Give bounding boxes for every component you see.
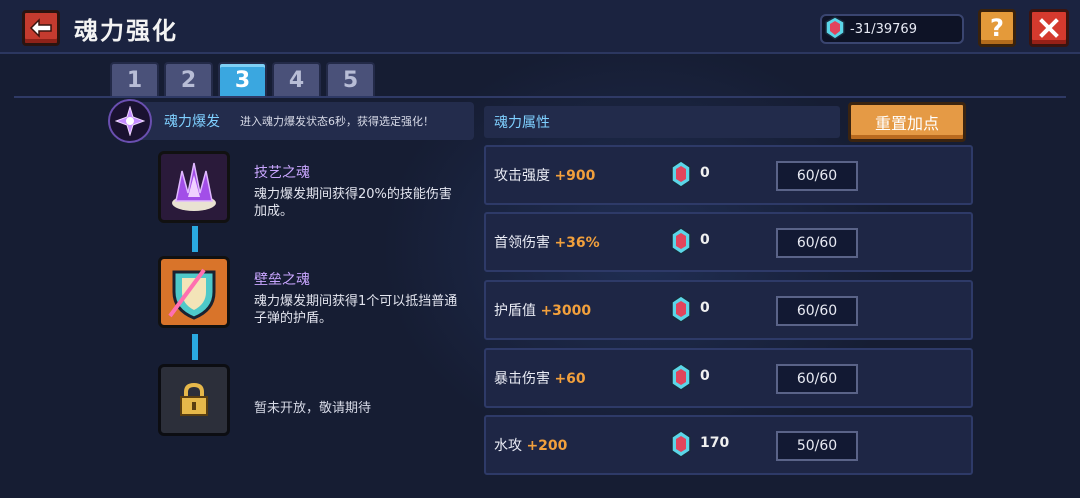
attribute-cost: 0	[700, 368, 710, 384]
back-button[interactable]	[22, 10, 60, 46]
gem-icon	[671, 295, 691, 323]
skill-connector	[192, 226, 198, 252]
attribute-bonus: +3000	[540, 303, 592, 319]
skill-description: 魂力爆发期间获得20%的技能伤害加成。	[254, 187, 452, 219]
gem-icon	[671, 430, 691, 458]
help-button[interactable]: ?	[978, 9, 1016, 47]
burst-star-icon	[115, 106, 145, 136]
attribute-cost: 0	[700, 232, 710, 248]
burst-icon	[108, 99, 152, 143]
attribute-label: 首领伤害 +36%	[494, 235, 600, 251]
reset-points-button[interactable]: 重置加点	[848, 102, 966, 142]
attribute-bonus: +36%	[554, 235, 600, 251]
attribute-cost: 0	[700, 165, 710, 181]
skill-description: 魂力爆发期间获得1个可以抵挡普通子弹的护盾。	[254, 294, 458, 326]
attribute-row: 水攻 +200 170 50/60	[484, 415, 973, 475]
attribute-level[interactable]: 50/60	[776, 431, 858, 461]
attribute-row: 攻击强度 +900 0 60/60	[484, 145, 973, 205]
attributes-title: 魂力属性	[494, 115, 550, 131]
attribute-row: 护盾值 +3000 0 60/60	[484, 280, 973, 340]
tab-bar: 1 2 3 4 5	[110, 62, 375, 96]
gem-icon	[671, 227, 691, 255]
attribute-label: 水攻 +200	[494, 438, 568, 454]
attribute-row: 暴击伤害 +60 0 60/60	[484, 348, 973, 408]
locked-text: 暂未开放，敬请期待	[254, 401, 372, 416]
attribute-level[interactable]: 60/60	[776, 161, 858, 191]
attribute-cost: 170	[700, 435, 730, 451]
attribute-label: 护盾值 +3000	[494, 303, 592, 319]
close-icon	[1039, 18, 1059, 38]
tab-1[interactable]: 1	[110, 62, 159, 96]
attribute-bonus: +60	[554, 371, 586, 387]
shield-sword-icon	[168, 268, 216, 320]
back-arrow-icon	[29, 18, 52, 38]
top-bar: 魂力强化 -31/39769 ?	[0, 0, 1080, 54]
attribute-level[interactable]: 60/60	[776, 296, 858, 326]
close-button[interactable]	[1029, 9, 1069, 47]
skill-icon-locked	[158, 364, 230, 436]
burst-title: 魂力爆发	[164, 114, 220, 130]
skill-name: 技艺之魂	[254, 165, 310, 181]
page-title: 魂力强化	[74, 17, 178, 45]
attributes-header: 魂力属性	[484, 106, 840, 138]
skill-name: 壁垒之魂	[254, 272, 310, 288]
gem-icon	[825, 16, 845, 40]
crystal-icon	[172, 162, 216, 211]
tab-3[interactable]: 3	[218, 62, 267, 96]
attribute-row: 首领伤害 +36% 0 60/60	[484, 212, 973, 272]
tab-5[interactable]: 5	[326, 62, 375, 96]
gem-icon	[671, 160, 691, 188]
lock-icon	[180, 382, 208, 416]
attribute-bonus: +900	[554, 168, 596, 184]
tab-4[interactable]: 4	[272, 62, 321, 96]
attribute-level[interactable]: 60/60	[776, 228, 858, 258]
attribute-label: 攻击强度 +900	[494, 168, 596, 184]
burst-description: 进入魂力爆发状态6秒，获得选定强化！	[240, 115, 434, 128]
attribute-bonus: +200	[526, 438, 568, 454]
skill-icon-craft[interactable]	[158, 151, 230, 223]
currency-value: -31/39769	[850, 21, 917, 37]
gem-icon	[671, 363, 691, 391]
skill-connector	[192, 334, 198, 360]
attribute-cost: 0	[700, 300, 710, 316]
attribute-level[interactable]: 60/60	[776, 364, 858, 394]
attribute-label: 暴击伤害 +60	[494, 371, 586, 387]
skill-icon-bulwark[interactable]	[158, 256, 230, 328]
tab-2[interactable]: 2	[164, 62, 213, 96]
help-icon: ?	[990, 14, 1004, 42]
currency-display: -31/39769	[820, 14, 964, 44]
